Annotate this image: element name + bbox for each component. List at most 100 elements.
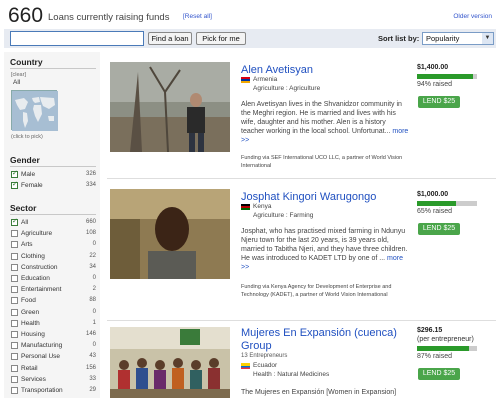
filter-sector-green[interactable]: Green 0 — [11, 308, 96, 318]
raised-percentage: 65% raised — [417, 208, 453, 215]
filter-label: Agriculture — [21, 230, 53, 238]
checkbox[interactable] — [11, 252, 18, 260]
checkbox[interactable] — [11, 375, 18, 383]
country-selected: All — [13, 79, 21, 86]
borrower-name-link[interactable]: Mujeres En Expansión (cuenca) Group — [241, 327, 406, 353]
checkbox[interactable] — [11, 217, 18, 226]
borrower-photo-image — [110, 189, 230, 279]
filter-label: Manufacturing — [21, 342, 63, 350]
filter-count: 334 — [85, 182, 96, 188]
filter-gender-male[interactable]: Male 326 — [11, 169, 96, 180]
checkbox[interactable] — [11, 230, 18, 238]
checkbox[interactable] — [11, 241, 18, 249]
filter-count: 0 — [92, 342, 96, 349]
lend-button[interactable]: LEND $25 — [418, 96, 460, 108]
checkbox[interactable] — [11, 308, 18, 316]
filter-sector-health[interactable]: Health 1 — [11, 319, 96, 329]
filter-sector-personal-use[interactable]: Personal Use 43 — [11, 352, 96, 362]
filter-label: Clothing — [21, 252, 45, 260]
filter-label: Health — [21, 319, 40, 327]
filter-sector-retail[interactable]: Retail 156 — [11, 364, 96, 374]
raised-percentage: 87% raised — [417, 353, 453, 360]
sort-select[interactable]: Popularity ▼ — [422, 32, 494, 45]
filter-count: 0 — [92, 308, 96, 315]
filter-sector-housing[interactable]: Housing 146 — [11, 330, 96, 340]
loan-description-text: Alen Avetisyan lives in the Shvanidzor c… — [241, 101, 402, 135]
loan-country: Kenya — [253, 203, 272, 210]
filter-count: 146 — [85, 331, 96, 337]
filter-label: Services — [21, 375, 46, 383]
checkbox[interactable] — [11, 286, 18, 294]
country-clear-link[interactable]: [clear] — [11, 72, 26, 78]
filter-count: 1 — [92, 319, 96, 326]
raised-percentage: 94% raised — [417, 81, 453, 88]
loan-description: Alen Avetisyan lives in the Shvanidzor c… — [241, 100, 411, 145]
pick-for-me-button[interactable]: Pick for me — [196, 32, 246, 45]
filter-label: Retail — [21, 364, 38, 372]
loan-description: The Mujeres en Expansión [Women in Expan… — [241, 388, 411, 397]
checkbox[interactable] — [11, 342, 18, 350]
funding-progress-fill — [417, 346, 470, 351]
per-entrepreneur-label: (per entrepreneur) — [417, 336, 474, 343]
chevron-down-icon: ▼ — [482, 33, 493, 44]
loan-amount: $1,400.00 — [417, 64, 449, 71]
armenia-flag-icon — [241, 77, 250, 83]
loan-sector: Agriculture : Farming — [253, 212, 314, 219]
checkbox[interactable] — [11, 180, 18, 189]
borrower-photo[interactable] — [110, 62, 230, 152]
checkbox[interactable] — [11, 387, 18, 394]
checkbox[interactable] — [11, 331, 18, 338]
filter-count: 29 — [89, 387, 96, 393]
filter-sector-education[interactable]: Education 0 — [11, 274, 96, 284]
filter-sector-entertainment[interactable]: Entertainment 2 — [11, 285, 96, 295]
find-loan-button[interactable]: Find a loan — [148, 32, 192, 45]
filter-sector-clothing[interactable]: Clothing 22 — [11, 252, 96, 262]
funding-progress-bar — [417, 201, 477, 206]
filter-sector-all[interactable]: All 660 — [11, 217, 96, 228]
filter-count: 43 — [89, 353, 96, 360]
divider — [10, 214, 96, 215]
ecuador-flag-icon — [241, 363, 250, 369]
filter-label: Transportation — [21, 387, 63, 394]
search-input[interactable] — [10, 31, 144, 46]
country-heading: Country — [10, 57, 43, 67]
filter-gender-female[interactable]: Female 334 — [11, 180, 96, 191]
divider — [107, 320, 496, 321]
filter-label: Entertainment — [21, 286, 62, 294]
checkbox[interactable] — [11, 169, 18, 178]
filter-sector-transportation[interactable]: Transportation 29 — [11, 386, 96, 396]
filter-sector-agriculture[interactable]: Agriculture 108 — [11, 229, 96, 239]
checkbox[interactable] — [11, 275, 18, 282]
filter-sector-construction[interactable]: Construction 34 — [11, 263, 96, 273]
filter-sector-manufacturing[interactable]: Manufacturing 0 — [11, 341, 96, 351]
borrower-photo-image — [110, 62, 230, 152]
sort-label: Sort list by: — [378, 34, 420, 43]
borrower-photo[interactable] — [110, 327, 230, 398]
entrepreneur-count: 13 Entrepreneurs — [241, 353, 288, 359]
older-version-link[interactable]: Older version — [453, 13, 492, 20]
filter-label: Personal Use — [21, 353, 61, 361]
checkbox[interactable] — [11, 263, 18, 271]
loan-count-label: Loans currently raising funds — [48, 12, 170, 23]
filter-sector-arts[interactable]: Arts 0 — [11, 240, 96, 250]
loan-country: Armenia — [253, 76, 278, 83]
world-map[interactable] — [11, 90, 58, 131]
filter-label: Housing — [21, 331, 45, 338]
checkbox[interactable] — [11, 319, 18, 327]
lend-button[interactable]: LEND $25 — [418, 223, 460, 235]
checkbox[interactable] — [11, 364, 18, 372]
lend-button[interactable]: LEND $25 — [418, 368, 460, 380]
filter-sector-food[interactable]: Food 88 — [11, 296, 96, 306]
checkbox[interactable] — [11, 297, 18, 305]
filter-label: Food — [21, 297, 36, 305]
funding-progress-fill — [417, 201, 456, 206]
filter-label: Arts — [21, 241, 33, 249]
sort-select-value: Popularity — [426, 34, 460, 43]
borrower-photo-image — [110, 327, 230, 398]
world-map-icon — [12, 91, 58, 131]
reset-all-link[interactable]: [Reset all] — [183, 13, 212, 20]
filter-sector-services[interactable]: Services 33 — [11, 375, 96, 385]
map-hint: (click to pick) — [11, 134, 43, 140]
checkbox[interactable] — [11, 353, 18, 361]
borrower-photo[interactable] — [110, 189, 230, 279]
